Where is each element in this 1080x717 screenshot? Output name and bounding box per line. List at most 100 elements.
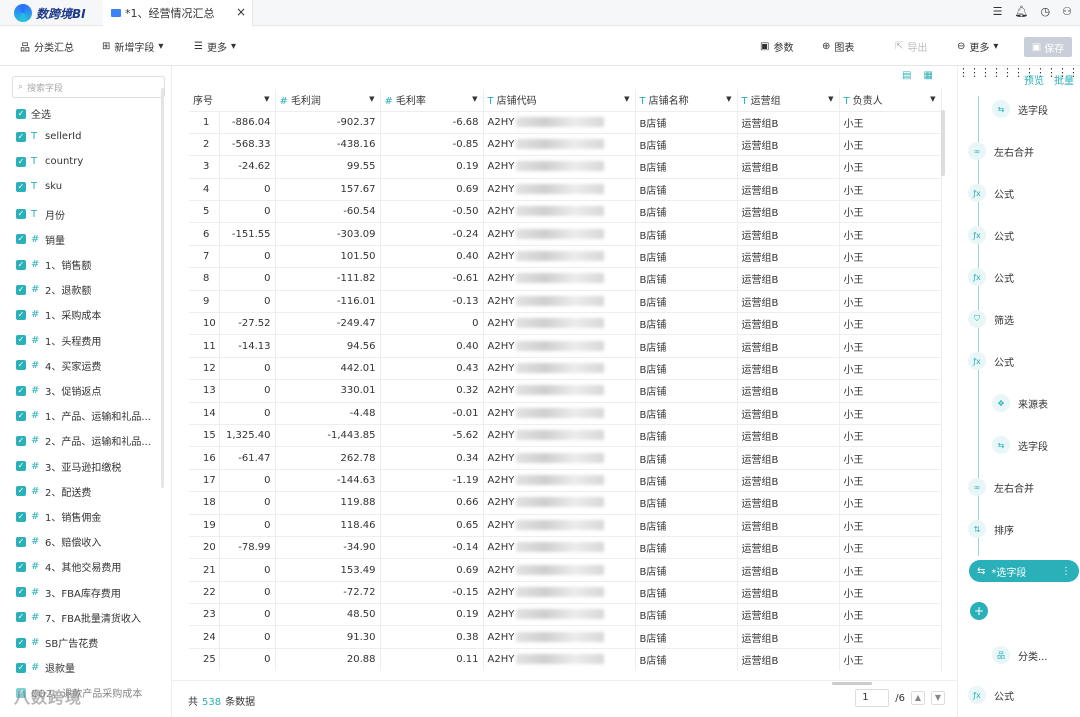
table-row[interactable]: 8 0 -111.82 -0.61 A2HY B店铺 运营组B 小王 bbox=[189, 267, 942, 291]
table-row[interactable]: 12 0 442.01 0.43 A2HY B店铺 运营组B 小王 bbox=[189, 356, 942, 380]
column-header-ops-group[interactable]: T 运营组 ▼ bbox=[737, 89, 840, 111]
table-row[interactable]: 1 -886.04 -902.37 -6.68 A2HY B店铺 运营组B 小王 bbox=[189, 110, 942, 134]
table-row[interactable]: 17 0 -144.63 -1.19 A2HY B店铺 运营组B 小王 bbox=[189, 468, 942, 492]
column-header-gross-margin[interactable]: # 毛利率 ▼ bbox=[380, 89, 484, 111]
search-input[interactable]: ⌕ 搜索字段 bbox=[12, 76, 165, 98]
page-down-button[interactable]: ▼ bbox=[931, 691, 945, 705]
list-icon[interactable]: ☰ bbox=[993, 5, 1003, 18]
pipeline-step[interactable]: ⇅ 排序 bbox=[968, 520, 1014, 538]
pipeline-step[interactable]: ⛉ 筛选 bbox=[968, 310, 1014, 328]
field-item[interactable]: ✓ #3、亚马逊扣缴税 bbox=[16, 459, 121, 474]
column-header-store-name[interactable]: T 店铺名称 ▼ bbox=[635, 89, 738, 111]
column-header-owner[interactable]: T 负责人 ▼ bbox=[839, 89, 942, 111]
caret-down-icon[interactable]: ▼ bbox=[624, 95, 629, 103]
pipeline-step[interactable]: ƒx 公式 bbox=[968, 184, 1014, 202]
table-horizontal-scrollbar[interactable] bbox=[832, 682, 872, 685]
more-vertical-icon[interactable]: ⋮ bbox=[958, 66, 969, 79]
field-item[interactable]: ✓ #3、FBA库存费用 bbox=[16, 585, 121, 600]
field-item[interactable]: ✓ TsellerId bbox=[16, 131, 81, 142]
field-item[interactable]: ✓ #6、赔偿收入 bbox=[16, 534, 101, 549]
export-button[interactable]: ⇱ 导出 bbox=[895, 39, 927, 54]
table-row[interactable]: 4 0 157.67 0.69 A2HY B店铺 运营组B 小王 bbox=[189, 177, 942, 201]
field-item[interactable]: ✓ # 销量 bbox=[16, 232, 65, 247]
table-row[interactable]: 19 0 118.46 0.65 A2HY B店铺 运营组B 小王 bbox=[189, 513, 942, 537]
table-row[interactable]: 25 0 20.88 0.11 A2HY B店铺 运营组B 小王 bbox=[189, 647, 942, 671]
field-item[interactable]: ✓ #1、产品、运输和礼品... bbox=[16, 408, 151, 423]
field-item[interactable]: ✓ # 退款量 bbox=[16, 660, 75, 675]
field-item[interactable]: ✓ #3、促销返点 bbox=[16, 383, 101, 398]
field-item[interactable]: ✓ #2、配送费 bbox=[16, 484, 91, 499]
table-row[interactable]: 2 -568.33 -438.16 -0.85 A2HY B店铺 运营组B 小王 bbox=[189, 132, 942, 156]
table-row[interactable]: 7 0 101.50 0.40 A2HY B店铺 运营组B 小王 bbox=[189, 244, 942, 268]
table-view-icon[interactable]: ▤ bbox=[902, 70, 911, 81]
pipeline-step-active[interactable]: ⇆ *选字段 ⋮ bbox=[969, 560, 1079, 582]
table-vertical-scrollbar[interactable] bbox=[941, 110, 945, 176]
table-row[interactable]: 18 0 119.88 0.66 A2HY B店铺 运营组B 小王 bbox=[189, 491, 942, 515]
params-button[interactable]: ▣ 参数 bbox=[760, 39, 793, 54]
save-button[interactable]: ▣ 保存 bbox=[1024, 37, 1072, 57]
caret-down-icon[interactable]: ▼ bbox=[726, 95, 731, 103]
close-tab-button[interactable]: × bbox=[236, 5, 246, 19]
more-actions-button[interactable]: ⊖ 更多 ▾ bbox=[957, 39, 998, 54]
caret-down-icon[interactable]: ▼ bbox=[472, 95, 477, 103]
column-header-store-code[interactable]: T 店铺代码 ▼ bbox=[483, 89, 636, 111]
tab-report[interactable]: *1、经营情况汇总 × bbox=[103, 0, 253, 26]
tab-preview[interactable]: 预览 bbox=[1024, 72, 1044, 87]
page-input[interactable]: 1 bbox=[855, 689, 890, 707]
table-row[interactable]: 13 0 330.01 0.32 A2HY B店铺 运营组B 小王 bbox=[189, 379, 942, 403]
table-row[interactable]: 11 -14.13 94.56 0.40 A2HY B店铺 运营组B 小王 bbox=[189, 334, 942, 358]
field-item[interactable]: ✓ # SB广告花费 bbox=[16, 635, 98, 650]
sidebar-scrollbar[interactable] bbox=[161, 88, 164, 488]
table-row[interactable]: 22 0 -72.72 -0.15 A2HY B店铺 运营组B 小王 bbox=[189, 580, 942, 604]
field-item[interactable]: ✓ #1、销售佣金 bbox=[16, 509, 101, 524]
field-item[interactable]: ✓ Tcountry bbox=[16, 156, 83, 167]
summary-button[interactable]: 品分类汇总 bbox=[20, 39, 74, 54]
pipeline-step[interactable]: ⇆ 选字段 bbox=[992, 436, 1048, 454]
table-row[interactable]: 14 0 -4.48 -0.01 A2HY B店铺 运营组B 小王 bbox=[189, 401, 942, 425]
table-row[interactable]: 6 -151.55 -303.09 -0.24 A2HY B店铺 运营组B 小王 bbox=[189, 222, 942, 246]
table-row[interactable]: 21 0 153.49 0.69 A2HY B店铺 运营组B 小王 bbox=[189, 558, 942, 582]
table-row[interactable]: 3 -24.62 99.55 0.19 A2HY B店铺 运营组B 小王 bbox=[189, 155, 942, 179]
table-row[interactable]: 5 0 -60.54 -0.50 A2HY B店铺 运营组B 小王 bbox=[189, 200, 942, 223]
pipeline-step[interactable]: ✥ 来源表 bbox=[992, 394, 1048, 412]
page-up-button[interactable]: ▲ bbox=[911, 691, 925, 705]
column-header-index[interactable]: 序号 ▼ bbox=[189, 89, 276, 111]
more-vertical-icon[interactable]: ⋮ bbox=[1002, 66, 1013, 79]
field-item[interactable]: ✓ T 月份 bbox=[16, 207, 65, 222]
table-row[interactable]: 20 -78.99 -34.90 -0.14 A2HY B店铺 运营组B 小王 bbox=[189, 535, 942, 559]
more-vertical-icon[interactable]: ⋮ bbox=[1013, 66, 1024, 79]
field-item[interactable]: ✓ #4、其他交易费用 bbox=[16, 559, 121, 574]
field-item[interactable]: ✓ #1、头程费用 bbox=[16, 333, 101, 348]
pipeline-step[interactable]: ∞ 左右合并 bbox=[968, 478, 1034, 496]
pipeline-step[interactable]: ƒx 公式 bbox=[968, 686, 1014, 704]
field-item[interactable]: ✓ #7、FBA批量清货收入 bbox=[16, 610, 141, 625]
field-item[interactable]: ✓ Tsku bbox=[16, 181, 62, 192]
pipeline-step[interactable]: ƒx 公式 bbox=[968, 352, 1014, 370]
table-row[interactable]: 10 -27.52 -249.47 0 A2HY B店铺 运营组B 小王 bbox=[189, 312, 942, 335]
caret-down-icon[interactable]: ▼ bbox=[264, 95, 269, 103]
more-button[interactable]: ☰ 更多 ▾ bbox=[194, 39, 236, 54]
add-field-button[interactable]: ⊞ 新增字段 ▾ bbox=[102, 39, 163, 54]
add-step-button[interactable]: + bbox=[970, 602, 988, 620]
field-item[interactable]: ✓ #2、产品、运输和礼品... bbox=[16, 433, 151, 448]
table-row[interactable]: 9 0 -116.01 -0.13 A2HY B店铺 运营组B 小王 bbox=[189, 289, 942, 313]
table-row[interactable]: 15 1,325.40 -1,443.85 -5.62 A2HY B店铺 运营组B 小王 bbox=[189, 423, 942, 447]
pipeline-step[interactable]: ƒx 公式 bbox=[968, 226, 1014, 244]
field-item[interactable]: ✓ #1、采购成本 bbox=[16, 307, 101, 322]
more-vertical-icon[interactable]: ⋮ bbox=[969, 66, 980, 79]
chart-button[interactable]: ⊕ 图表 bbox=[822, 39, 854, 54]
pipeline-step[interactable]: ƒx 公式 bbox=[968, 268, 1014, 286]
caret-down-icon[interactable]: ▼ bbox=[369, 95, 374, 103]
tab-batch[interactable]: 批量 bbox=[1054, 72, 1074, 87]
user-icon[interactable]: ⚇ bbox=[1062, 5, 1072, 18]
field-item[interactable]: ✓ #4、买家运费 bbox=[16, 358, 101, 373]
grid-view-icon[interactable]: ▦ bbox=[923, 70, 932, 81]
more-vertical-icon[interactable]: ⋮ bbox=[991, 66, 1002, 79]
table-row[interactable]: 23 0 48.50 0.19 A2HY B店铺 运营组B 小王 bbox=[189, 603, 942, 626]
caret-down-icon[interactable]: ▼ bbox=[828, 95, 833, 103]
more-vertical-icon[interactable]: ⋮ bbox=[980, 66, 991, 79]
timer-icon[interactable]: ◷ bbox=[1041, 5, 1051, 18]
notification-icon[interactable]: 🔔︎ bbox=[1015, 5, 1029, 18]
pipeline-step[interactable]: 品分类... bbox=[992, 646, 1048, 664]
pipeline-step[interactable]: ⇆ 选字段 bbox=[992, 100, 1048, 118]
